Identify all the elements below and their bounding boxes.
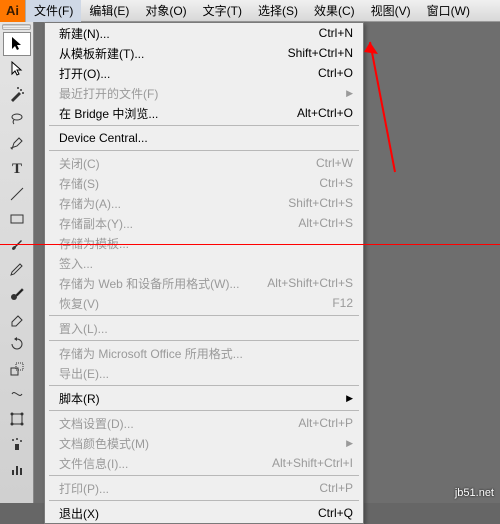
warp-tool[interactable] xyxy=(3,382,31,406)
file-menu-dropdown: 新建(N)...Ctrl+N 从模板新建(T)...Shift+Ctrl+N 打… xyxy=(44,22,364,524)
menu-save-copy: 存储副本(Y)...Alt+Ctrl+S xyxy=(45,213,363,233)
menu-export: 导出(E)... xyxy=(45,363,363,383)
eraser-tool[interactable] xyxy=(3,307,31,331)
chevron-right-icon: ▶ xyxy=(346,393,353,404)
menu-edit[interactable]: 编辑(E) xyxy=(81,0,137,22)
graph-tool[interactable] xyxy=(3,457,31,481)
menu-color-mode: 文档颜色模式(M)▶ xyxy=(45,433,363,453)
pencil-tool[interactable] xyxy=(3,257,31,281)
lasso-tool[interactable] xyxy=(3,107,31,131)
menu-new-from-template[interactable]: 从模板新建(T)...Shift+Ctrl+N xyxy=(45,43,363,63)
chevron-right-icon: ▶ xyxy=(346,438,353,449)
selection-tool[interactable] xyxy=(3,32,31,56)
menu-exit[interactable]: 退出(X)Ctrl+Q xyxy=(45,503,363,523)
menu-type[interactable]: 文字(T) xyxy=(195,0,250,22)
menu-separator xyxy=(49,385,359,386)
menu-revert: 恢复(V)F12 xyxy=(45,293,363,313)
pen-tool[interactable] xyxy=(3,132,31,156)
menu-separator xyxy=(49,500,359,501)
rotate-tool[interactable] xyxy=(3,332,31,356)
direct-selection-tool[interactable] xyxy=(3,57,31,81)
menu-separator xyxy=(49,475,359,476)
menu-save-for-web: 存储为 Web 和设备所用格式(W)...Alt+Shift+Ctrl+S xyxy=(45,273,363,293)
line-tool[interactable] xyxy=(3,182,31,206)
tool-panel: T xyxy=(0,22,34,503)
app-icon: Ai xyxy=(0,0,26,22)
magic-wand-tool[interactable] xyxy=(3,82,31,106)
menu-checkin: 签入... xyxy=(45,253,363,273)
menu-separator xyxy=(49,340,359,341)
menu-separator xyxy=(49,125,359,126)
type-tool[interactable]: T xyxy=(3,157,31,181)
menu-view[interactable]: 视图(V) xyxy=(363,0,419,22)
menu-save-template: 存储为模板... xyxy=(45,233,363,253)
menu-close: 关闭(C)Ctrl+W xyxy=(45,153,363,173)
menu-print: 打印(P)...Ctrl+P xyxy=(45,478,363,498)
menu-new[interactable]: 新建(N)...Ctrl+N xyxy=(45,23,363,43)
chevron-right-icon: ▶ xyxy=(346,88,353,99)
menu-effect[interactable]: 效果(C) xyxy=(306,0,363,22)
menu-browse-bridge[interactable]: 在 Bridge 中浏览...Alt+Ctrl+O xyxy=(45,103,363,123)
watermark: jb51.net xyxy=(455,487,494,499)
menu-file[interactable]: 文件(F) xyxy=(26,0,81,22)
menu-separator xyxy=(49,410,359,411)
menubar: Ai 文件(F) 编辑(E) 对象(O) 文字(T) 选择(S) 效果(C) 视… xyxy=(0,0,500,22)
paintbrush-tool[interactable] xyxy=(3,232,31,256)
menu-save-office: 存储为 Microsoft Office 所用格式... xyxy=(45,343,363,363)
menu-window[interactable]: 窗口(W) xyxy=(419,0,478,22)
menu-file-info: 文件信息(I)...Alt+Shift+Ctrl+I xyxy=(45,453,363,473)
symbol-sprayer-tool[interactable] xyxy=(3,432,31,456)
menu-save-as: 存储为(A)...Shift+Ctrl+S xyxy=(45,193,363,213)
menu-select[interactable]: 选择(S) xyxy=(250,0,306,22)
menu-device-central[interactable]: Device Central... xyxy=(45,128,363,148)
scale-tool[interactable] xyxy=(3,357,31,381)
panel-grip[interactable] xyxy=(2,24,31,30)
blob-brush-tool[interactable] xyxy=(3,282,31,306)
menu-separator xyxy=(49,150,359,151)
menu-save: 存储(S)Ctrl+S xyxy=(45,173,363,193)
menu-recent: 最近打开的文件(F)▶ xyxy=(45,83,363,103)
menu-separator xyxy=(49,315,359,316)
menu-place: 置入(L)... xyxy=(45,318,363,338)
menu-open[interactable]: 打开(O)...Ctrl+O xyxy=(45,63,363,83)
menu-doc-setup: 文档设置(D)...Alt+Ctrl+P xyxy=(45,413,363,433)
menu-scripts[interactable]: 脚本(R)▶ xyxy=(45,388,363,408)
rectangle-tool[interactable] xyxy=(3,207,31,231)
menu-object[interactable]: 对象(O) xyxy=(137,0,194,22)
free-transform-tool[interactable] xyxy=(3,407,31,431)
